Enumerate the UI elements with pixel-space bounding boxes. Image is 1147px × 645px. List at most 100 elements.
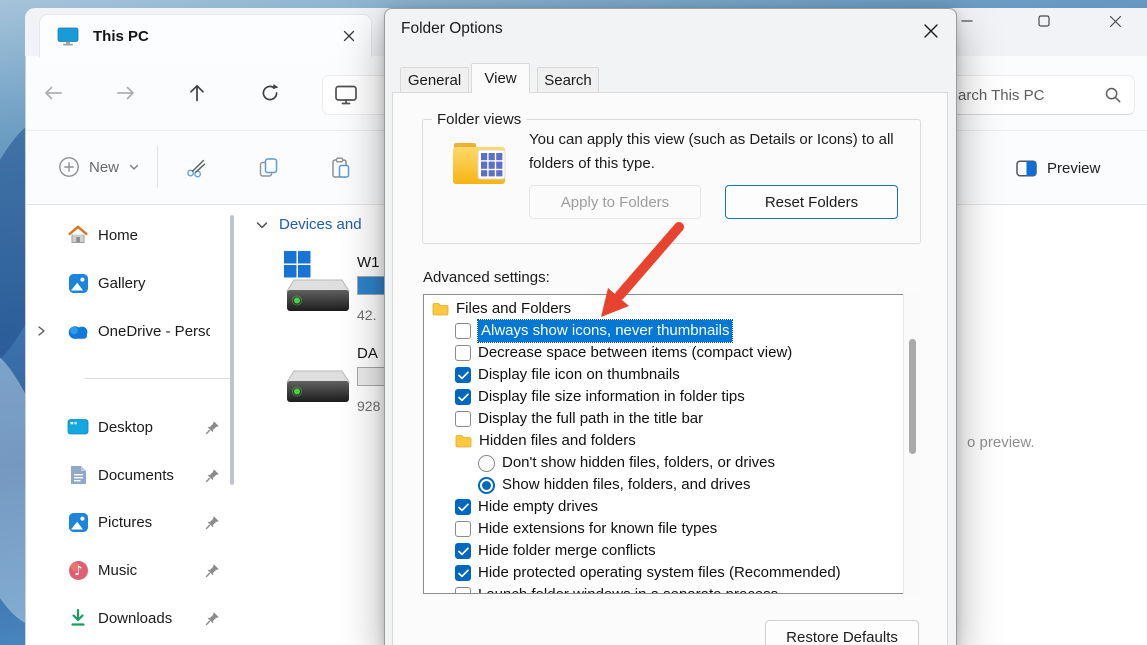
setting-label: Hide extensions for known file types [478,518,717,540]
setting-row[interactable]: Decrease space between items (compact vi… [424,342,918,364]
setting-row[interactable]: Display file size information in folder … [424,386,918,408]
drive-capacity-fill [358,277,387,294]
windows-logo-icon [284,251,311,278]
search-input[interactable]: arch This PC [945,75,1135,115]
sidebar-item-label: Documents [98,467,174,484]
sidebar-item-gallery[interactable]: Gallery [30,263,232,303]
dialog-tab-general[interactable]: General [400,67,469,92]
checkbox[interactable] [455,521,471,537]
screen: This PC arch This PC New [0,0,1147,645]
dialog-tab-search[interactable]: Search [537,67,599,92]
setting-label: Always show icons, never thumbnails [478,320,732,342]
dialog-tab-view[interactable]: View [471,63,530,93]
sidebar-item-documents[interactable]: Documents [30,455,232,495]
checkbox[interactable] [455,323,471,339]
sidebar-item-onedrive[interactable]: OneDrive - Perso [30,311,232,351]
back-icon[interactable] [41,81,65,105]
setting-label: Hide folder merge conflicts [478,540,656,562]
setting-row[interactable]: Hide folder merge conflicts [424,540,918,562]
drive-capacity-text: 928 [357,398,380,414]
refresh-icon[interactable] [258,81,282,105]
sidebar-item-music[interactable]: ♪Music [30,550,232,590]
list-scrollbar[interactable] [903,294,920,594]
this-pc-icon [57,27,79,46]
drive-capacity-text: 42. [357,307,376,323]
sidebar-divider [85,378,232,379]
pictures-icon [66,512,90,533]
split-pane-icon [1016,160,1037,177]
chevron-right-icon[interactable] [34,324,48,338]
folder-views-legend: Folder views [432,111,526,128]
checkbox[interactable] [455,367,471,383]
setting-row[interactable]: Display file icon on thumbnails [424,364,918,386]
sidebar-scrollbar[interactable] [230,215,234,485]
checkbox[interactable] [455,499,471,515]
chevron-down-icon [128,161,140,173]
devices-group-header[interactable]: Devices and [255,216,362,233]
sidebar-item-pictures[interactable]: Pictures [30,502,232,542]
dialog-tab-label: View [484,70,516,87]
hard-drive-icon [285,278,351,314]
copy-icon[interactable] [256,155,282,181]
home-icon [66,224,90,246]
checkbox[interactable] [455,411,471,427]
setting-row[interactable]: Don't show hidden files, folders, or dri… [424,452,918,474]
explorer-tab-this-pc[interactable]: This PC [39,14,372,57]
preview-pane-text: o preview. [967,434,1035,451]
maximize-button[interactable] [1033,12,1055,30]
list-scrollbar-thumb[interactable] [909,339,916,454]
chevron-down-icon[interactable] [255,218,269,232]
search-text: arch This PC [958,87,1083,104]
pin-icon [205,611,220,626]
setting-row[interactable]: Always show icons, never thumbnails [424,320,918,342]
advanced-settings-list: Files and FoldersAlways show icons, neve… [423,294,919,594]
setting-row[interactable]: Hide empty drives [424,496,918,518]
paste-icon[interactable] [328,155,354,181]
reset-folders-button[interactable]: Reset Folders [725,185,898,219]
cut-icon[interactable] [184,155,210,181]
checkbox[interactable] [455,565,471,581]
setting-group-row[interactable]: Files and Folders [424,298,918,320]
sidebar-item-home[interactable]: Home [30,215,232,255]
forward-icon[interactable] [114,81,138,105]
setting-row[interactable]: Hide protected operating system files (R… [424,562,918,584]
pin-icon [205,468,220,483]
close-button[interactable] [1104,12,1126,30]
setting-row[interactable]: Display the full path in the title bar [424,408,918,430]
dialog-tab-label: General [408,72,461,89]
up-icon[interactable] [185,81,209,105]
dialog-close-icon[interactable] [917,18,945,44]
radio-button[interactable] [478,477,495,494]
view-tab-page: Folder views You can apply th [392,92,948,645]
setting-row[interactable]: Hide extensions for known file types [424,518,918,540]
setting-label: Display file icon on thumbnails [478,364,680,386]
setting-label: Show hidden files, folders, and drives [502,474,750,496]
restore-defaults-button[interactable]: Restore Defaults [765,620,919,645]
folder-icon [432,302,449,316]
sidebar-item-downloads[interactable]: Downloads [30,598,232,638]
folder-views-description: You can apply this view (such as Details… [529,128,929,176]
setting-row[interactable]: Show hidden files, folders, and drives [424,474,918,496]
minimize-button[interactable] [956,12,978,30]
setting-group-row[interactable]: Hidden files and folders [424,430,918,452]
dialog-title: Folder Options [401,20,503,38]
new-button[interactable]: New [48,148,150,186]
pin-icon [205,515,220,530]
checkbox[interactable] [455,389,471,405]
setting-label: Display the full path in the title bar [478,408,703,430]
tab-close-icon[interactable] [341,28,357,44]
preview-button-label: Preview [1047,160,1100,177]
setting-label: Launch folder windows in a separate proc… [478,584,778,594]
setting-label: Hide empty drives [478,496,598,518]
search-icon[interactable] [1104,86,1122,104]
checkbox[interactable] [455,587,471,594]
radio-button[interactable] [478,455,495,472]
checkbox[interactable] [455,543,471,559]
apply-to-folders-button[interactable]: Apply to Folders [529,185,701,219]
preview-toggle-button[interactable]: Preview [1008,150,1108,186]
setting-label: Decrease space between items (compact vi… [478,342,792,364]
checkbox[interactable] [455,345,471,361]
advanced-settings-label: Advanced settings: [423,269,550,286]
setting-row[interactable]: Launch folder windows in a separate proc… [424,584,918,594]
sidebar-item-desktop[interactable]: Desktop [30,407,232,447]
